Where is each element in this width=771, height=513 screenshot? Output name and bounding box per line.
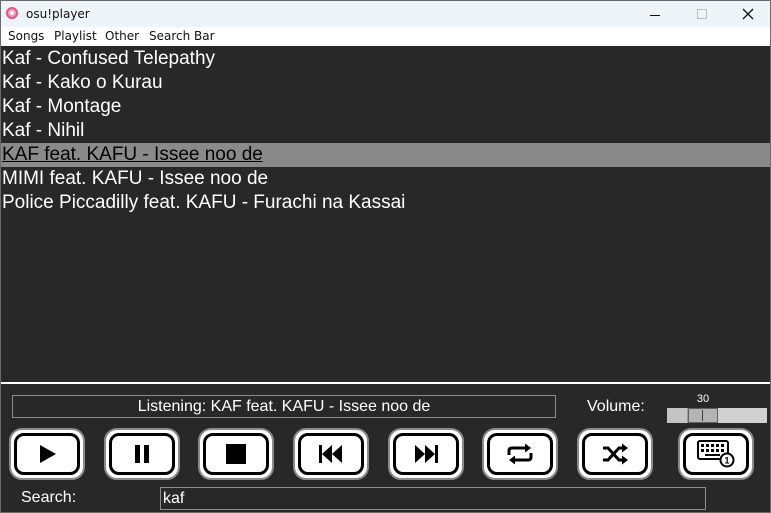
stop-button[interactable] — [198, 428, 274, 480]
previous-button[interactable] — [293, 428, 369, 480]
song-list[interactable]: Kaf - Confused Telepathy Kaf - Kako o Ku… — [1, 47, 770, 381]
volume-slider[interactable] — [667, 408, 767, 423]
volume-slider-thumb[interactable] — [688, 408, 718, 423]
song-item[interactable]: MIMI feat. KAFU - Issee noo de — [1, 167, 770, 191]
song-item[interactable]: Kaf - Montage — [1, 95, 770, 119]
divider — [1, 382, 770, 384]
minimize-icon — [650, 14, 660, 16]
volume-slider-fill — [667, 408, 688, 423]
song-item-selected[interactable]: KAF feat. KAFU - Issee noo de — [1, 143, 770, 167]
repeat-icon — [507, 443, 533, 465]
song-item[interactable]: Kaf - Kako o Kurau — [1, 71, 770, 95]
pause-icon — [135, 445, 149, 463]
search-input[interactable] — [160, 487, 706, 510]
maximize-button[interactable] — [680, 1, 724, 27]
keyboard-icon: 1 — [697, 440, 735, 468]
song-item[interactable]: Police Piccadilly feat. KAFU - Furachi n… — [1, 191, 770, 215]
song-item[interactable]: Kaf - Confused Telepathy — [1, 47, 770, 71]
volume-label: Volume: — [587, 398, 645, 415]
pause-button[interactable] — [104, 428, 180, 480]
search-label: Search: — [21, 489, 77, 506]
maximize-icon — [697, 9, 707, 19]
app-window: osu!player Songs Playlist Other Search B… — [0, 0, 771, 513]
minimize-button[interactable] — [633, 1, 677, 27]
close-button[interactable] — [726, 1, 770, 27]
menu-songs[interactable]: Songs — [8, 29, 44, 43]
now-playing-display: Listening: KAF feat. KAFU - Issee noo de — [12, 395, 556, 418]
shuffle-button[interactable] — [577, 428, 653, 480]
menu-playlist[interactable]: Playlist — [54, 29, 97, 43]
skip-back-icon — [319, 445, 342, 463]
repeat-button[interactable] — [482, 428, 558, 480]
volume-value: 30 — [696, 393, 710, 405]
menu-other[interactable]: Other — [105, 29, 139, 43]
keyboard-badge: 1 — [724, 456, 729, 466]
song-item[interactable]: Kaf - Nihil — [1, 119, 770, 143]
osu-logo-icon — [6, 7, 18, 19]
skip-forward-icon — [415, 445, 438, 463]
close-icon — [742, 8, 754, 20]
window-title: osu!player — [26, 7, 90, 21]
next-button[interactable] — [388, 428, 464, 480]
keyboard-button[interactable]: 1 — [678, 428, 754, 480]
play-icon — [40, 445, 56, 463]
menu-search-bar[interactable]: Search Bar — [149, 29, 215, 43]
title-bar[interactable]: osu!player — [1, 1, 770, 27]
shuffle-icon — [603, 443, 628, 465]
stop-icon — [226, 444, 246, 464]
menu-bar: Songs Playlist Other Search Bar — [1, 27, 770, 46]
play-button[interactable] — [9, 428, 85, 480]
